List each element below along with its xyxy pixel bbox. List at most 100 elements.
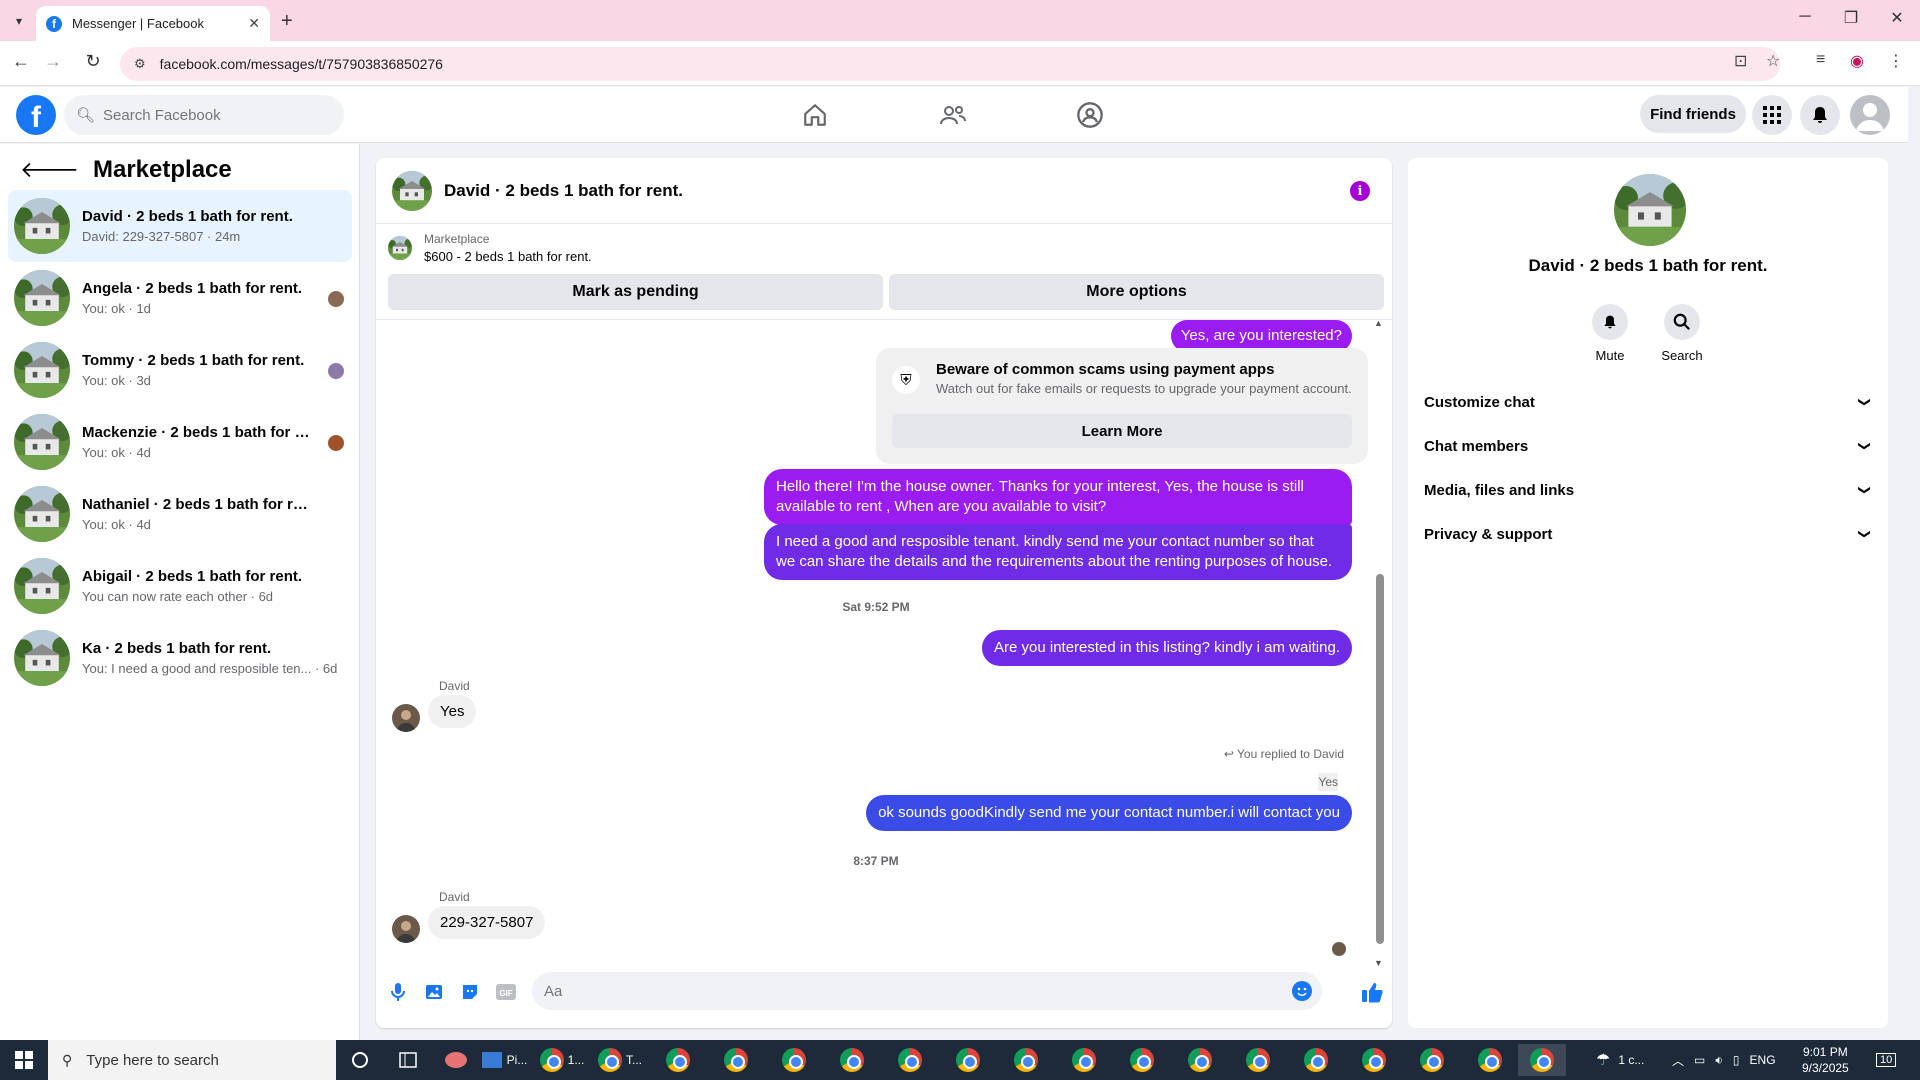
chat-item-abigail[interactable]: Abigail · 2 beds 1 bath for rent. You can… xyxy=(8,550,352,622)
taskbar-chrome-app[interactable] xyxy=(886,1044,934,1076)
taskbar-chrome-app[interactable] xyxy=(1466,1044,1514,1076)
taskbar-chrome-app[interactable] xyxy=(1118,1044,1166,1076)
task-view-icon[interactable] xyxy=(384,1044,432,1076)
listing-thumbnail[interactable] xyxy=(392,170,432,211)
friends-icon[interactable] xyxy=(938,101,968,129)
message-input[interactable] xyxy=(544,982,1244,1000)
back-arrow-icon[interactable]: 🡐 xyxy=(20,157,79,183)
taskbar-chrome-app[interactable] xyxy=(1176,1044,1224,1076)
message-incoming[interactable]: Yes xyxy=(428,695,477,728)
system-clock[interactable]: 9:01 PM 9/3/2025 xyxy=(1802,1044,1849,1076)
chat-item-tommy[interactable]: Tommy · 2 beds 1 bath for rent. You: ok ·… xyxy=(8,334,352,406)
facebook-search-input[interactable] xyxy=(103,106,324,124)
taskbar-chrome-app[interactable] xyxy=(1234,1044,1282,1076)
taskbar-app[interactable]: Pi... xyxy=(478,1044,530,1076)
media-files-links-section[interactable]: Media, files and links ❯ xyxy=(1424,468,1872,512)
tab-search-icon[interactable]: ▾ xyxy=(8,10,30,32)
cortana-icon[interactable] xyxy=(336,1044,384,1076)
message-outgoing[interactable]: ok sounds goodKindly send me your contac… xyxy=(866,795,1352,831)
conversation-title[interactable]: David · 2 beds 1 bath for rent. xyxy=(444,181,683,201)
menu-grid-icon[interactable] xyxy=(1752,95,1792,135)
chat-item-david[interactable]: David · 2 beds 1 bath for rent. David: 22… xyxy=(8,190,352,262)
groups-icon[interactable] xyxy=(1075,101,1105,129)
message-scrollbar[interactable]: ▲ ▼ xyxy=(1374,318,1384,968)
learn-more-button[interactable]: Learn More xyxy=(892,414,1352,448)
new-tab-icon[interactable]: + xyxy=(281,10,293,33)
install-app-icon[interactable]: ⊡ xyxy=(1734,51,1747,71)
sticker-icon[interactable] xyxy=(458,980,482,1004)
bookmark-star-icon[interactable]: ☆ xyxy=(1766,51,1780,71)
scroll-up-icon[interactable]: ▲ xyxy=(1374,318,1383,328)
notification-center[interactable]: 10 xyxy=(1876,1040,1897,1080)
sender-avatar[interactable] xyxy=(392,704,420,732)
taskbar-chrome-app[interactable] xyxy=(828,1044,876,1076)
taskbar-chrome-app[interactable] xyxy=(1292,1044,1340,1076)
browser-menu-icon[interactable]: ⋮ xyxy=(1888,51,1904,71)
taskbar-search[interactable]: ⚲ Type here to search xyxy=(48,1040,336,1080)
volume-icon[interactable]: 🔉︎ xyxy=(1715,1053,1723,1068)
profile-icon[interactable]: ◉ xyxy=(1850,51,1864,71)
app-icon[interactable] xyxy=(432,1044,480,1076)
chat-item-angela[interactable]: Angela · 2 beds 1 bath for rent. You: ok … xyxy=(8,262,352,334)
microphone-icon[interactable] xyxy=(386,980,410,1004)
customize-chat-section[interactable]: Customize chat ❯ xyxy=(1424,380,1872,424)
more-options-button[interactable]: More options xyxy=(889,274,1384,310)
facebook-search[interactable]: 🔍︎ xyxy=(64,95,344,135)
sender-avatar[interactable] xyxy=(392,915,420,943)
facebook-logo-icon[interactable]: f xyxy=(16,95,56,135)
omnibox[interactable]: ⚙ facebook.com/messages/t/75790383685027… xyxy=(120,47,1780,81)
mute-button[interactable]: Mute xyxy=(1580,304,1640,363)
taskbar-chrome-app[interactable]: T... xyxy=(594,1044,646,1076)
taskbar-chrome-app[interactable] xyxy=(712,1044,760,1076)
minimize-icon[interactable]: ─ xyxy=(1782,8,1828,26)
find-friends-button[interactable]: Find friends xyxy=(1640,95,1746,133)
tab-close-icon[interactable]: ✕ xyxy=(248,15,260,32)
windows-start-icon[interactable] xyxy=(0,1040,48,1080)
chevron-up-icon[interactable]: ︿ xyxy=(1672,1052,1684,1069)
chat-item-mackenzie[interactable]: Mackenzie · 2 beds 1 bath for re... You: … xyxy=(8,406,352,478)
message-outgoing[interactable]: Hello there! I'm the house owner. Thanks… xyxy=(764,469,1352,525)
message-outgoing[interactable]: I need a good and resposible tenant. kin… xyxy=(764,524,1352,580)
battery-icon[interactable]: ▯ xyxy=(1733,1053,1740,1067)
taskbar-chrome-app[interactable] xyxy=(1002,1044,1050,1076)
search-in-conversation-button[interactable]: Search xyxy=(1652,304,1712,363)
marketplace-listing[interactable]: Marketplace $600 - 2 beds 1 bath for ren… xyxy=(388,232,1384,264)
taskbar-chrome-app[interactable] xyxy=(1350,1044,1398,1076)
taskbar-chrome-app[interactable] xyxy=(770,1044,818,1076)
taskbar-chrome-app-active[interactable] xyxy=(1518,1044,1566,1076)
scrollbar-thumb[interactable] xyxy=(1376,574,1384,944)
account-avatar[interactable] xyxy=(1850,95,1890,135)
message-incoming[interactable]: 229-327-5807 xyxy=(428,906,546,939)
url-text[interactable]: facebook.com/messages/t/757903836850276 xyxy=(160,56,443,72)
restore-icon[interactable]: ❐ xyxy=(1828,8,1874,28)
network-icon[interactable]: ▭ xyxy=(1694,1053,1705,1067)
mark-as-pending-button[interactable]: Mark as pending xyxy=(388,274,883,310)
info-icon[interactable]: i xyxy=(1350,181,1370,201)
like-thumbs-up-icon[interactable] xyxy=(1358,980,1386,1004)
language-indicator[interactable]: ENG xyxy=(1750,1053,1776,1067)
browser-tab[interactable]: f Messenger | Facebook ✕ xyxy=(36,6,270,41)
privacy-support-section[interactable]: Privacy & support ❯ xyxy=(1424,512,1872,556)
taskbar-chrome-app[interactable]: 1... xyxy=(536,1044,588,1076)
taskbar-chrome-app[interactable] xyxy=(944,1044,992,1076)
forward-icon[interactable]: → xyxy=(40,51,66,72)
notifications-bell-icon[interactable] xyxy=(1800,95,1840,135)
taskbar-chrome-app[interactable] xyxy=(1408,1044,1456,1076)
chat-item-nathaniel[interactable]: Nathaniel · 2 beds 1 bath for rent. You: … xyxy=(8,478,352,550)
media-control-icon[interactable]: ≡ xyxy=(1816,51,1825,69)
home-icon[interactable] xyxy=(800,101,830,129)
back-icon[interactable]: ← xyxy=(8,51,34,72)
weather-widget[interactable]: ☂ 1 c... xyxy=(1596,1040,1644,1080)
photo-icon[interactable] xyxy=(422,980,446,1004)
chat-item-ka[interactable]: Ka · 2 beds 1 bath for rent. You: I need … xyxy=(8,622,352,694)
listing-avatar[interactable] xyxy=(1614,174,1686,246)
site-info-icon[interactable]: ⚙ xyxy=(134,56,146,72)
taskbar-chrome-app[interactable] xyxy=(654,1044,702,1076)
emoji-icon[interactable] xyxy=(1292,981,1312,1001)
close-window-icon[interactable]: ✕ xyxy=(1874,8,1920,28)
chat-members-section[interactable]: Chat members ❯ xyxy=(1424,424,1872,468)
reload-icon[interactable]: ↻ xyxy=(80,51,106,72)
taskbar-chrome-app[interactable] xyxy=(1060,1044,1108,1076)
gif-icon[interactable]: GIF xyxy=(494,980,518,1004)
message-outgoing[interactable]: Are you interested in this listing? kind… xyxy=(982,630,1352,666)
